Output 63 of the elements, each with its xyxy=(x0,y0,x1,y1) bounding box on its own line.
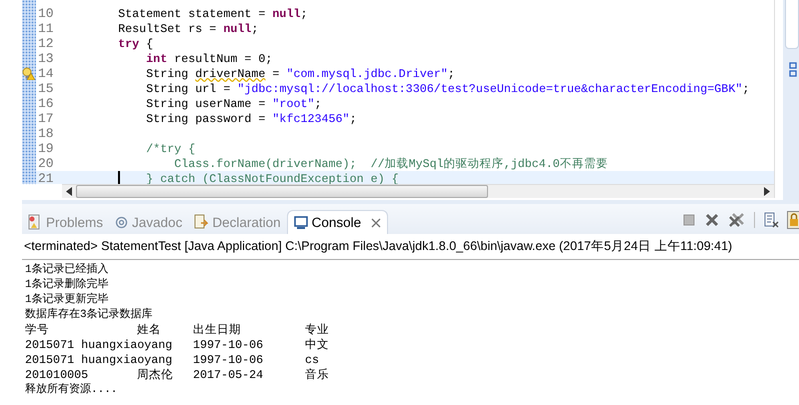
code-line: int resultNum = 0; xyxy=(146,52,272,66)
console-cell-text: 周杰伦 xyxy=(137,368,174,383)
console-cell-text: 姓名 xyxy=(137,323,162,338)
document-icon[interactable] xyxy=(763,212,779,228)
code-line: String url = "jdbc:mysql://localhost:3306/test?useUnicode=true&characterEncoding=GBK"; xyxy=(146,82,750,96)
code-line: String userName = "root"; xyxy=(146,96,322,110)
view-tab[interactable]: Console xyxy=(286,210,388,234)
line-number: 21 xyxy=(37,171,55,184)
view-tab[interactable]: Javadoc xyxy=(109,210,188,234)
scroll-left-icon[interactable] xyxy=(65,187,73,196)
view-tab[interactable]: Declaration xyxy=(188,210,287,234)
console-cell-text: 2017-05-24 xyxy=(193,368,264,383)
console-line: 释放所有资源.... xyxy=(25,383,118,398)
console-icon xyxy=(294,216,308,230)
console-cell-text: 学号 xyxy=(25,323,50,338)
console-line: 1条记录删除完毕 xyxy=(25,278,110,292)
line-number: 19 xyxy=(37,141,55,156)
line-number: 20 xyxy=(37,156,55,171)
code-line: } catch (ClassNotFoundException e) { xyxy=(146,172,399,184)
console-cell-text: 2015071 huangxiaoyang xyxy=(25,353,174,368)
side-panel xyxy=(785,0,799,49)
line-number: 17 xyxy=(37,111,55,126)
lock-icon[interactable] xyxy=(787,211,799,229)
line-number: 13 xyxy=(37,51,55,66)
warning-bulb-icon[interactable] xyxy=(22,67,35,80)
view-tab[interactable]: Problems xyxy=(22,210,110,234)
line-number: 11 xyxy=(37,21,55,36)
console-cell-text: 1997-10-06 xyxy=(193,353,264,368)
declaration-icon xyxy=(194,214,208,230)
code-line: String driverName = "com.mysql.jdbc.Driver"; xyxy=(146,66,455,80)
line-number: 14 xyxy=(37,66,55,81)
text-cursor xyxy=(118,170,120,184)
code-line: String password = "kfc123456"; xyxy=(146,112,357,126)
console-cell-text: 2015071 huangxiaoyang xyxy=(25,338,174,353)
scroll-right-icon[interactable] xyxy=(763,187,772,196)
horizontal-scrollbar[interactable] xyxy=(62,184,774,198)
code-line: try { xyxy=(118,36,154,50)
line-number: 18 xyxy=(37,126,55,141)
line-number: 12 xyxy=(37,36,55,51)
console-cell-text: 1997-10-06 xyxy=(193,338,264,353)
console-cell-text: 中文 xyxy=(305,338,330,353)
console-line: 1条记录已经插入 xyxy=(25,263,110,278)
console-cell-text: 专业 xyxy=(305,323,330,338)
line-number: 16 xyxy=(37,96,55,111)
line-number: 15 xyxy=(37,81,55,96)
problems-icon xyxy=(28,214,42,230)
console-cell-text: 音乐 xyxy=(305,368,330,383)
at-sign-icon xyxy=(115,216,128,228)
code-line: Class.forName(driverName); //加载MySql的驱动程序,jdbc4.0不再需要 xyxy=(174,156,608,171)
console-cell-text: 201010005 xyxy=(25,368,90,383)
code-line: Statement statement = null; xyxy=(118,6,308,20)
console-header: <terminated> StatementTest [Java Application] C:\Program Files\Java\jdk1.8.0_66\bin\javaw.exe (2017年5月24日 上午11:09:41) xyxy=(22,234,799,260)
stop-icon[interactable] xyxy=(682,213,696,227)
code-line: ResultSet rs = null; xyxy=(118,22,258,36)
console-line: 数据库存在3条记录数据库 xyxy=(25,308,154,323)
console-line: 1条记录更新完毕 xyxy=(25,293,110,308)
code-line: /*try { xyxy=(146,142,196,156)
line-number: 10 xyxy=(37,6,55,21)
console-cell-text: cs xyxy=(305,353,320,368)
remove-all-icon[interactable] xyxy=(728,212,746,228)
close-icon[interactable] xyxy=(704,212,720,228)
close-icon[interactable] xyxy=(371,218,382,228)
console-cell-text: 出生日期 xyxy=(193,323,242,338)
